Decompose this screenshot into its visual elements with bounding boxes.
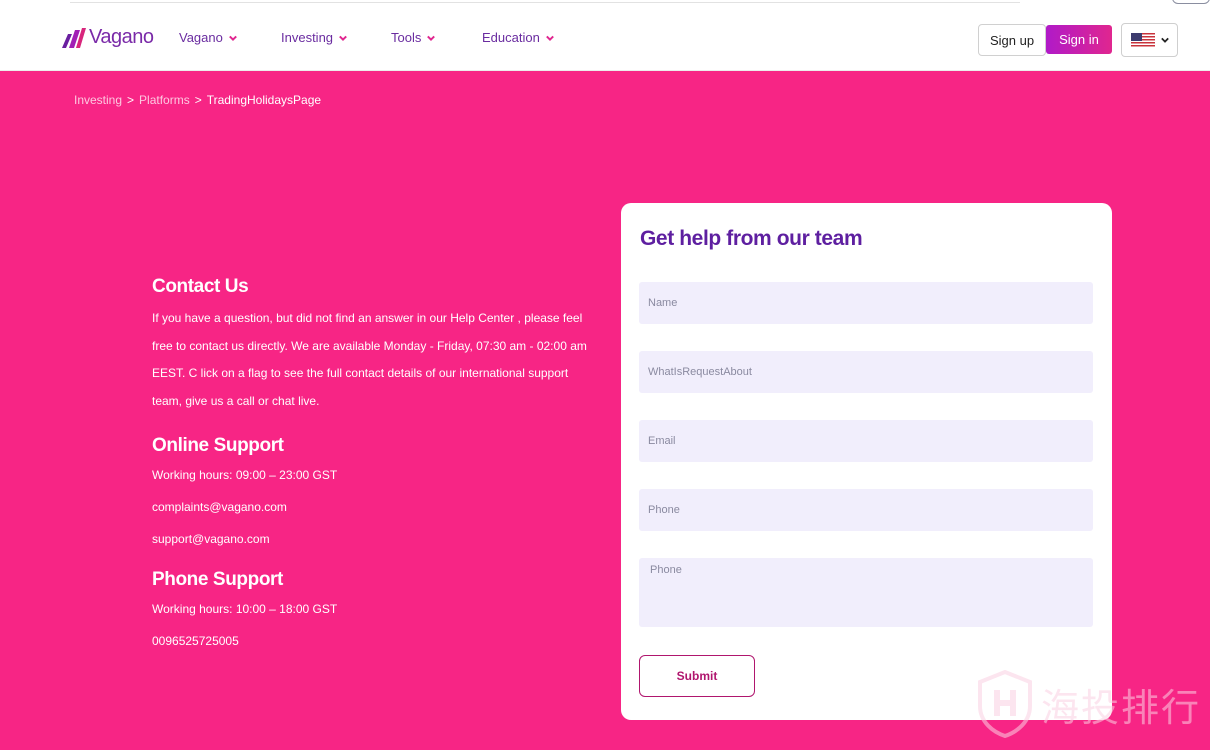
breadcrumb-item-investing[interactable]: Investing (74, 93, 122, 107)
language-selector[interactable] (1121, 23, 1178, 57)
watermark-text: 海投排行 (1041, 687, 1202, 730)
chevron-down-icon (427, 35, 436, 41)
phone-number-link[interactable]: 0096525725005 (152, 625, 597, 657)
address-bar-edge (70, 0, 1020, 3)
chevron-down-icon (1160, 37, 1169, 43)
nav-item-education[interactable]: Education (482, 30, 554, 45)
contact-us-description: If you have a question, but did not find… (152, 311, 587, 408)
name-input[interactable] (639, 282, 1093, 324)
sign-up-button[interactable]: Sign up (978, 24, 1046, 56)
help-form-card: Get help from our team Submit (621, 203, 1112, 720)
phone-support-hours: Working hours: 10:00 – 18:00 GST (152, 602, 338, 616)
watermark: 海投排行 (977, 670, 1201, 738)
browser-top-strip (0, 0, 1210, 8)
submit-button[interactable]: Submit (639, 655, 755, 697)
chevron-down-icon (339, 35, 347, 41)
sign-in-button[interactable]: Sign in (1046, 25, 1112, 54)
nav-item-label: Tools (391, 30, 422, 45)
phone-input[interactable] (639, 489, 1093, 531)
logo-text: Vagano (89, 26, 154, 48)
breadcrumb-item-platforms[interactable]: Platforms (139, 93, 190, 107)
breadcrumb: Investing > Platforms > TradingHolidaysP… (74, 93, 321, 107)
phone-support-heading: Phone Support (152, 569, 283, 590)
breadcrumb-separator: > (127, 93, 135, 107)
us-flag-icon (1130, 32, 1155, 48)
request-about-input[interactable] (639, 351, 1093, 393)
online-support-hours: Working hours: 09:00 – 23:00 GST (152, 468, 338, 482)
nav-item-investing[interactable]: Investing (281, 30, 347, 45)
site-header: Vagano Vagano Investing Tools Education … (0, 8, 1210, 71)
nav-item-label: Education (482, 30, 540, 45)
chevron-down-icon (545, 35, 554, 41)
breadcrumb-separator: > (194, 93, 202, 107)
nav-item-label: Investing (281, 30, 334, 45)
nav-item-tools[interactable]: Tools (391, 30, 436, 45)
chevron-down-icon (228, 35, 237, 41)
message-textarea[interactable] (639, 558, 1093, 627)
browser-corner-control (1172, 0, 1210, 4)
nav-item-label: Vagano (179, 30, 223, 45)
support-email-link[interactable]: support@vagano.com (152, 523, 597, 555)
online-support-heading: Online Support (152, 435, 284, 456)
email-input[interactable] (639, 420, 1093, 462)
shield-icon (978, 670, 1032, 738)
vagano-logo-icon (62, 27, 86, 48)
breadcrumb-item-current: TradingHolidaysPage (206, 93, 322, 107)
complaints-email-link[interactable]: complaints@vagano.com (152, 491, 597, 523)
form-title: Get help from our team (640, 227, 863, 250)
nav-item-vagano[interactable]: Vagano (179, 30, 237, 45)
logo[interactable]: Vagano (62, 26, 154, 49)
contact-info: Contact Us If you have a question, but d… (152, 276, 597, 657)
contact-us-heading: Contact Us (152, 276, 249, 297)
